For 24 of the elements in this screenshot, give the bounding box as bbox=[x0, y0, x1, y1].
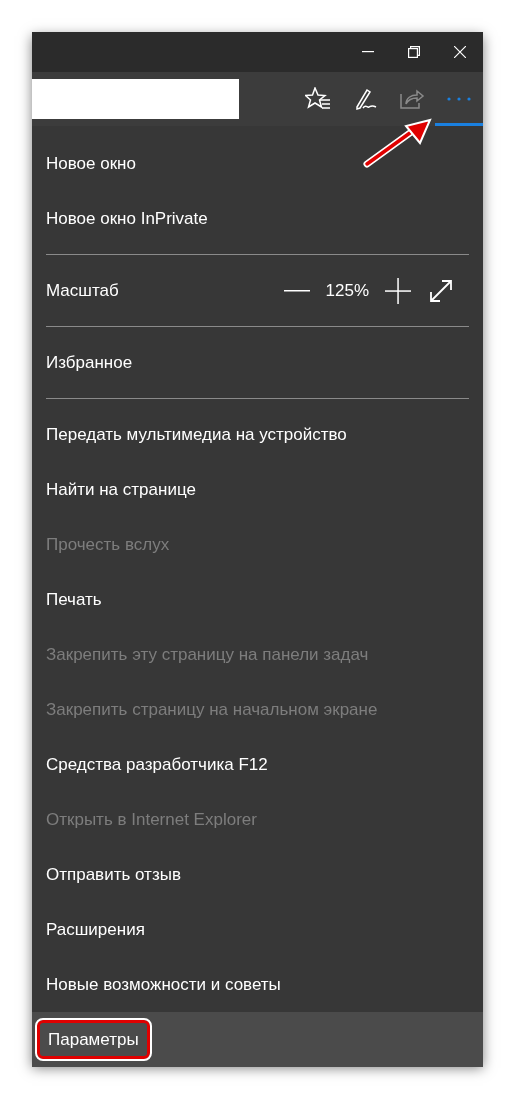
menu-item[interactable]: Печать bbox=[32, 572, 483, 627]
menu-item[interactable]: Новые возможности и советы bbox=[32, 957, 483, 1012]
menu-item[interactable]: Средства разработчика F12 bbox=[32, 737, 483, 792]
close-icon[interactable] bbox=[454, 46, 466, 58]
menu-item[interactable]: Новое окно bbox=[32, 136, 483, 191]
menu-item[interactable]: Передать мультимедиа на устройство bbox=[32, 407, 483, 462]
minus-icon bbox=[283, 289, 310, 292]
menu-item[interactable]: Избранное bbox=[32, 335, 483, 390]
pen-icon[interactable] bbox=[354, 87, 378, 111]
annotation-arrow bbox=[362, 118, 434, 170]
menu-item[interactable]: Отправить отзыв bbox=[32, 847, 483, 902]
more-icon[interactable] bbox=[447, 97, 471, 101]
menu-item[interactable]: Параметры bbox=[32, 1012, 483, 1067]
minimize-icon[interactable] bbox=[362, 51, 374, 53]
zoom-in-button[interactable] bbox=[383, 275, 413, 306]
zoom-value: 125% bbox=[325, 279, 369, 302]
menu-item[interactable]: Расширения bbox=[32, 902, 483, 957]
restore-icon[interactable] bbox=[408, 46, 420, 58]
menu-item[interactable]: Найти на странице bbox=[32, 462, 483, 517]
share-icon[interactable] bbox=[399, 88, 425, 110]
zoom-label: Масштаб bbox=[46, 279, 119, 302]
address-field[interactable] bbox=[32, 79, 239, 119]
favorites-icon[interactable] bbox=[305, 87, 331, 111]
menu-item[interactable]: Новое окно InPrivate bbox=[32, 191, 483, 246]
